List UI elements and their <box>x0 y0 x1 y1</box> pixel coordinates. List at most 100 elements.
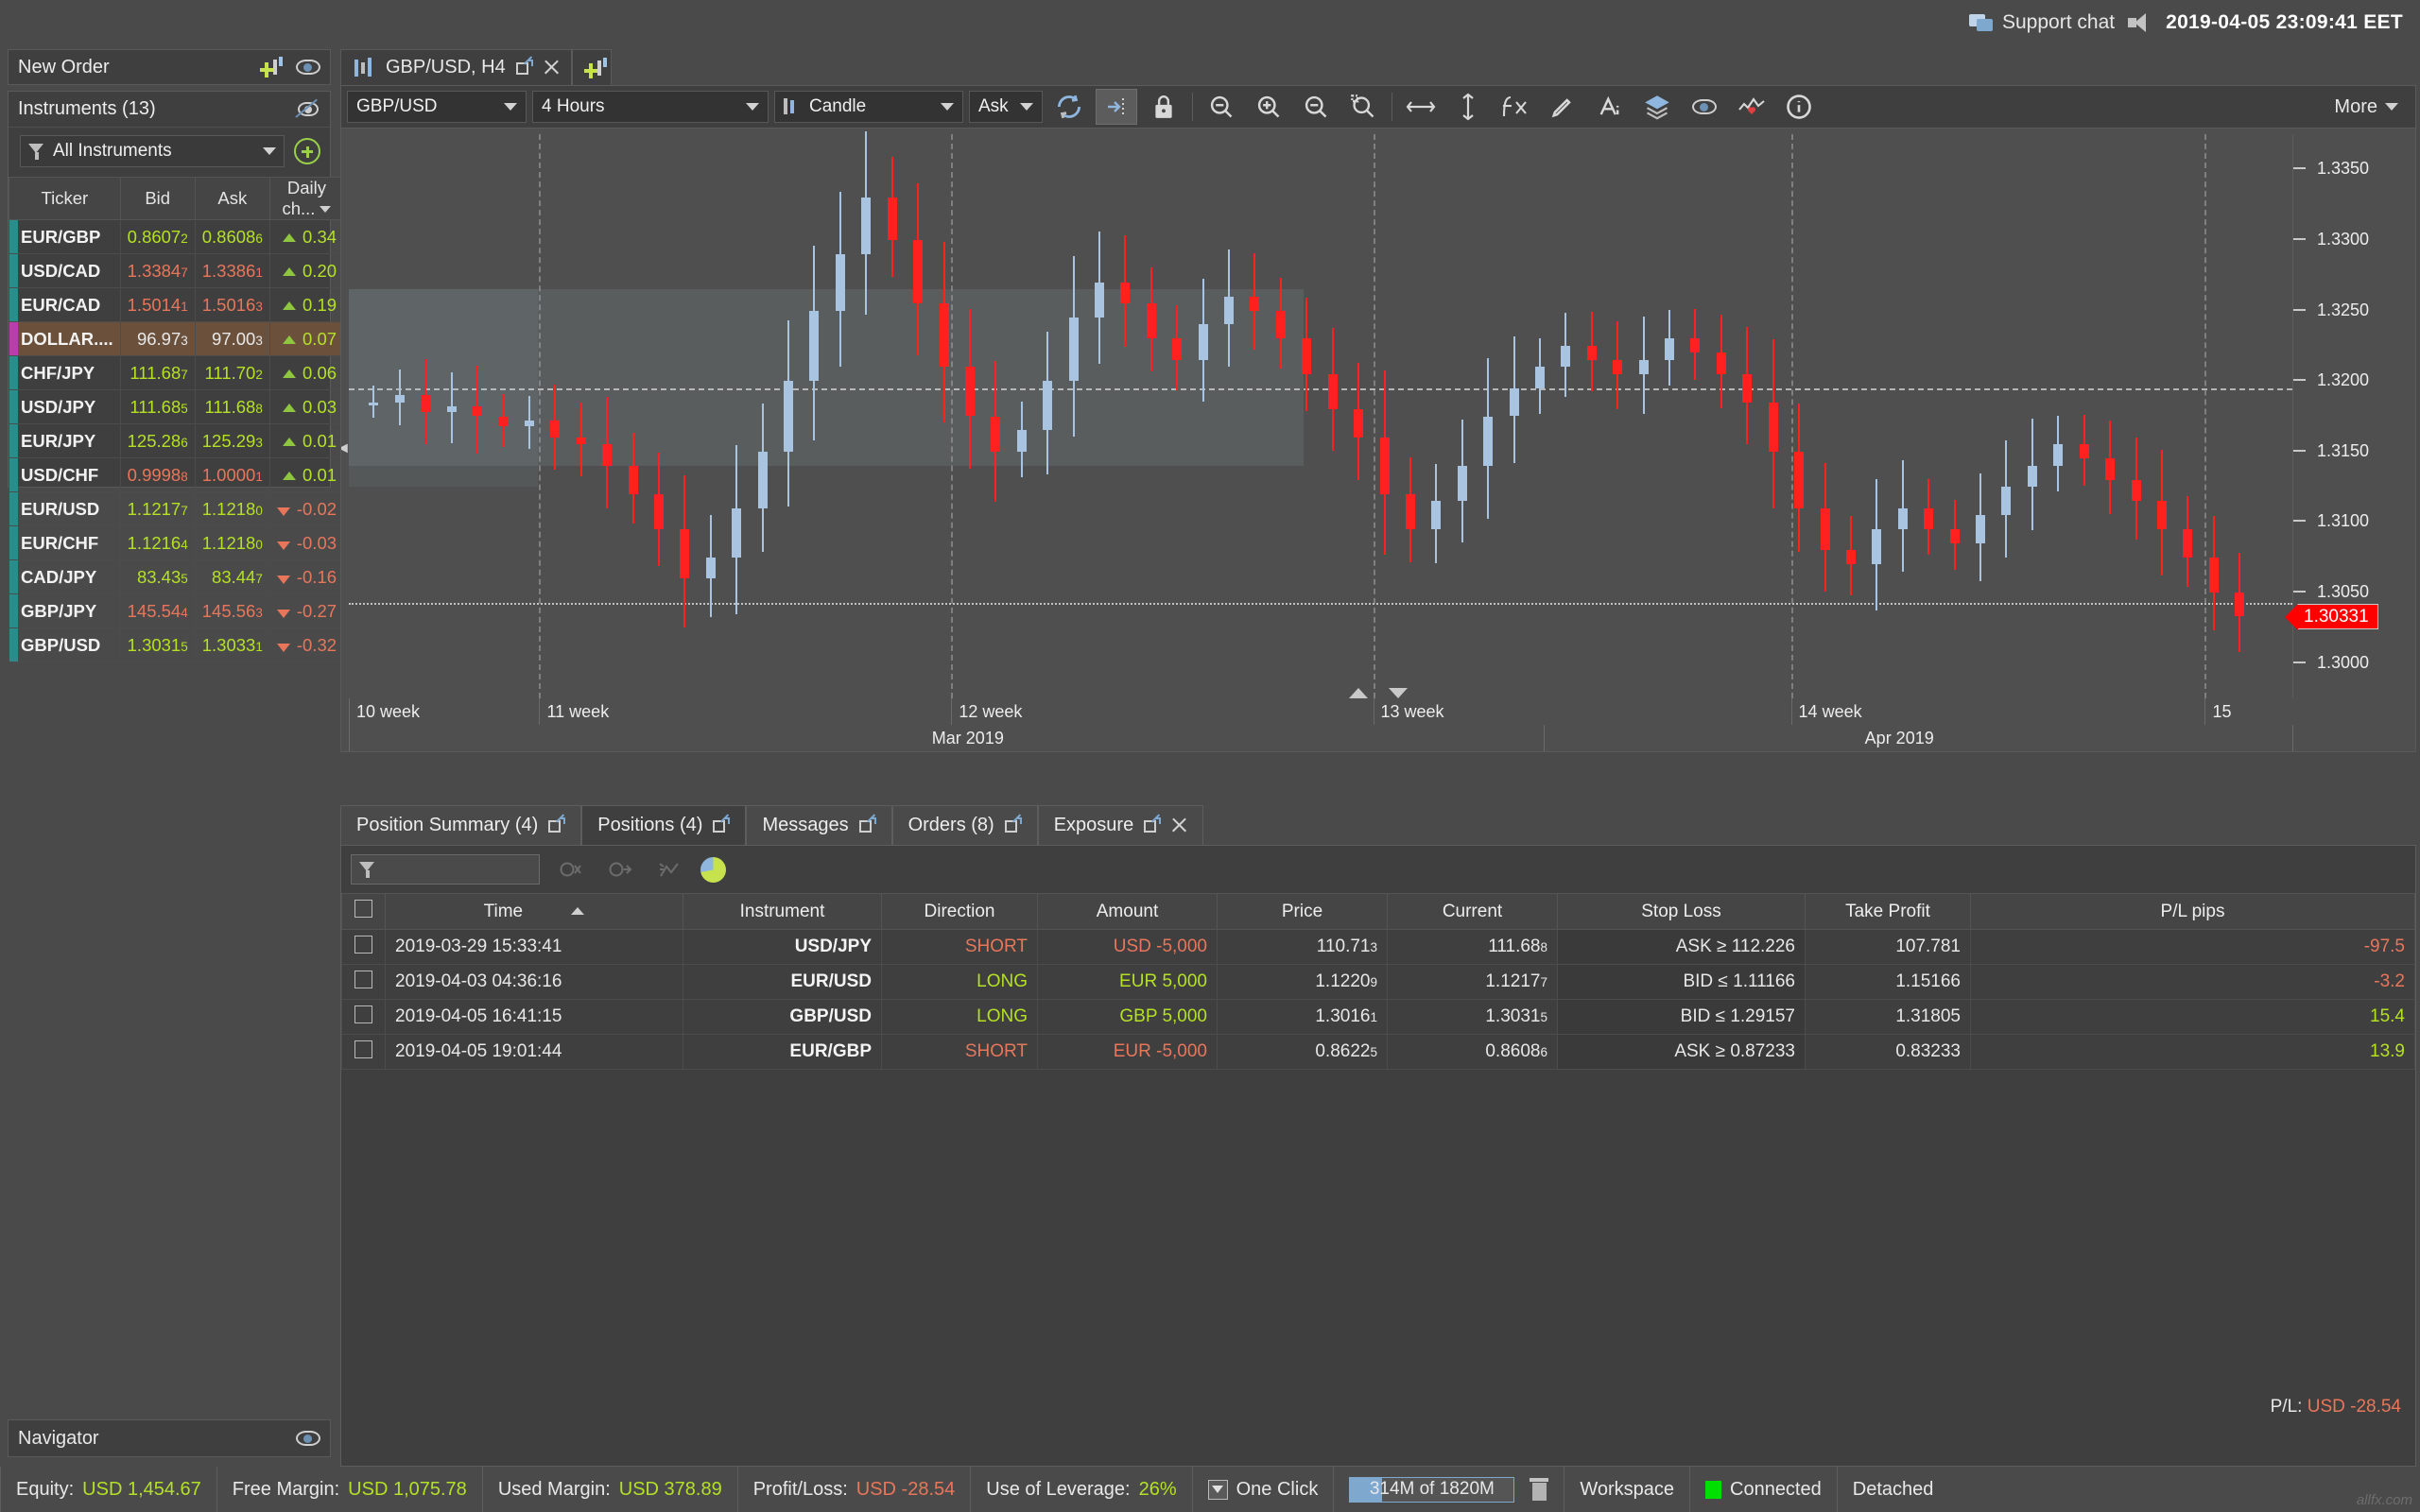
close-position-button[interactable] <box>553 854 589 885</box>
instrument-row[interactable]: CAD/JPY 83.435 83.447 -0.16 <box>9 559 345 594</box>
row-select-cell[interactable] <box>341 929 386 965</box>
row-select-cell[interactable] <box>341 999 386 1035</box>
col-stop-loss[interactable]: Stop Loss <box>1557 893 1806 930</box>
cell-take-profit[interactable]: 1.31805 <box>1805 999 1971 1035</box>
zoom-fit-button[interactable] <box>1201 89 1242 125</box>
popout-icon[interactable] <box>713 813 731 834</box>
arrow-down-icon[interactable] <box>1389 688 1408 698</box>
bottom-tab-position-summary[interactable]: Position Summary (4) <box>340 805 582 845</box>
new-order-panel-header[interactable]: New Order <box>8 49 331 85</box>
trash-icon[interactable] <box>1530 1478 1549 1501</box>
col-current[interactable]: Current <box>1387 893 1558 930</box>
cell-take-profit[interactable]: 1.15166 <box>1805 964 1971 1000</box>
symbol-select[interactable]: GBP/USD <box>347 91 527 123</box>
instrument-row[interactable]: EUR/GBP 0.86072 0.86086 0.34 <box>9 219 345 254</box>
row-checkbox[interactable] <box>354 935 372 954</box>
refresh-button[interactable] <box>1048 89 1090 125</box>
row-select-cell[interactable] <box>341 964 386 1000</box>
info-button[interactable] <box>1778 89 1820 125</box>
text-tool-button[interactable] <box>1589 89 1631 125</box>
scroll-to-end-button[interactable] <box>1096 89 1137 125</box>
bottom-tab-messages[interactable]: Messages <box>746 805 892 845</box>
col-ask[interactable]: Ask <box>194 177 270 220</box>
instrument-row[interactable]: USD/CHF 0.99988 1.00001 0.01 <box>9 457 345 492</box>
col-price[interactable]: Price <box>1217 893 1388 930</box>
cell-take-profit[interactable]: 107.781 <box>1805 929 1971 965</box>
close-icon[interactable] <box>544 60 560 76</box>
close-all-button[interactable] <box>651 854 687 885</box>
col-bid[interactable]: Bid <box>119 177 196 220</box>
instrument-row[interactable]: GBP/USD 1.30315 1.30331 -0.32 <box>9 627 345 662</box>
status-memory[interactable]: 314M of 1820M <box>1334 1467 1565 1512</box>
instrument-row[interactable]: DOLLAR.... 96.973 97.003 0.07 <box>9 321 345 356</box>
col-pl-pips[interactable]: P/L pips <box>1970 893 2415 930</box>
panel-resize-arrows[interactable] <box>1349 688 1408 698</box>
speaker-icon[interactable] <box>2128 13 2152 32</box>
col-amount[interactable]: Amount <box>1037 893 1218 930</box>
chart-canvas[interactable]: 1.3350 1.3300 1.3250 1.3200 1.3150 1.3100 1.30… <box>340 129 2416 752</box>
status-workspace[interactable]: Workspace <box>1564 1467 1690 1512</box>
col-time[interactable]: Time <box>385 893 683 930</box>
cell-stop-loss[interactable]: ASK ≥ 112.226 <box>1557 929 1806 965</box>
popout-icon[interactable] <box>515 55 533 77</box>
table-row[interactable]: 2019-04-03 04:36:16 EUR/USD LONG EUR 5,000 1… <box>341 964 2415 1000</box>
row-select-cell[interactable] <box>341 1034 386 1070</box>
arrow-up-icon[interactable] <box>1349 688 1368 698</box>
close-icon[interactable] <box>1171 817 1187 833</box>
instrument-row[interactable]: EUR/CHF 1.12164 1.12180 -0.03 <box>9 525 345 560</box>
popout-icon[interactable] <box>1004 813 1022 834</box>
instrument-row[interactable]: USD/CAD 1.33847 1.33861 0.20 <box>9 253 345 288</box>
bottom-tab-orders[interactable]: Orders (8) <box>891 805 1038 845</box>
modify-position-button[interactable] <box>602 854 638 885</box>
price-side-select[interactable]: Ask <box>969 91 1043 123</box>
instrument-row[interactable]: EUR/USD 1.12177 1.12180 -0.02 <box>9 491 345 526</box>
cell-stop-loss[interactable]: ASK ≥ 0.87233 <box>1557 1034 1806 1070</box>
col-take-profit[interactable]: Take Profit <box>1805 893 1971 930</box>
timeframe-select[interactable]: 4 Hours <box>532 91 769 123</box>
eye-slash-icon[interactable] <box>295 98 320 118</box>
one-click-checkbox[interactable] <box>1207 1479 1228 1500</box>
zoom-out-button[interactable] <box>1295 89 1337 125</box>
chart-style-select[interactable]: Candle <box>774 91 963 123</box>
cell-stop-loss[interactable]: BID ≤ 1.11166 <box>1557 964 1806 1000</box>
row-checkbox[interactable] <box>354 970 372 988</box>
popout-icon[interactable] <box>1144 813 1162 834</box>
vertical-scale-button[interactable] <box>1447 89 1489 125</box>
cell-stop-loss[interactable]: BID ≤ 1.29157 <box>1557 999 1806 1035</box>
status-detached[interactable]: Detached <box>1838 1467 1949 1512</box>
zoom-select-button[interactable] <box>1342 89 1384 125</box>
visibility-button[interactable] <box>1684 89 1725 125</box>
layers-button[interactable] <box>1636 89 1678 125</box>
row-checkbox[interactable] <box>354 1005 372 1023</box>
price-axis[interactable]: 1.3350 1.3300 1.3250 1.3200 1.3150 1.3100 1.30… <box>2285 134 2415 698</box>
positions-filter-input[interactable] <box>351 854 540 885</box>
add-chart-icon[interactable] <box>260 57 285 77</box>
draw-line-button[interactable] <box>1542 89 1583 125</box>
collapse-left-icon[interactable]: ◄ <box>341 440 351 457</box>
col-ticker[interactable]: Ticker <box>9 177 121 220</box>
instrument-row[interactable]: USD/JPY 111.685 111.688 0.03 <box>9 389 345 424</box>
indicators-button[interactable] <box>1495 89 1536 125</box>
navigator-eye-icon[interactable] <box>296 1430 320 1447</box>
lock-button[interactable] <box>1143 89 1184 125</box>
instrument-row[interactable]: EUR/CAD 1.50141 1.50163 0.19 <box>9 287 345 322</box>
col-select-all[interactable] <box>341 893 386 930</box>
instrument-row[interactable]: EUR/JPY 125.286 125.293 0.01 <box>9 423 345 458</box>
popout-icon[interactable] <box>858 813 876 834</box>
instruments-filter-select[interactable]: All Instruments <box>20 135 285 167</box>
horizontal-scale-button[interactable] <box>1400 89 1442 125</box>
select-all-checkbox[interactable] <box>354 900 372 918</box>
new-chart-tab-button[interactable] <box>571 49 612 85</box>
table-row[interactable]: 2019-03-29 15:33:41 USD/JPY SHORT USD -5,00… <box>341 929 2415 965</box>
chart-view-icon[interactable] <box>700 856 726 883</box>
alerts-button[interactable] <box>1731 89 1772 125</box>
popout-icon[interactable] <box>548 813 566 834</box>
cell-take-profit[interactable]: 0.83233 <box>1805 1034 1971 1070</box>
navigator-panel-header[interactable]: Navigator <box>8 1419 331 1457</box>
memory-gauge[interactable]: 314M of 1820M <box>1349 1476 1515 1503</box>
add-instrument-button[interactable] <box>294 138 320 164</box>
eye-icon[interactable] <box>296 59 320 76</box>
bottom-tab-exposure[interactable]: Exposure <box>1037 805 1204 845</box>
bottom-tab-positions[interactable]: Positions (4) <box>581 805 747 845</box>
more-tools-button[interactable]: More <box>2334 96 2410 118</box>
